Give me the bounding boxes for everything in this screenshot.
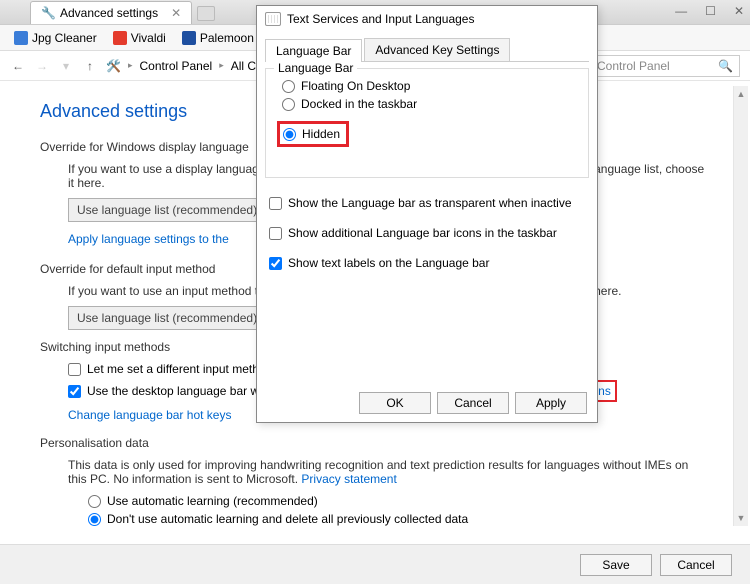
transparent-checkbox[interactable] — [269, 197, 282, 210]
new-tab-button[interactable] — [197, 6, 215, 21]
text-labels-checkbox[interactable] — [269, 257, 282, 270]
hidden-radio[interactable] — [283, 128, 296, 141]
window-minimize-icon[interactable]: — — [675, 4, 687, 18]
window-close-icon[interactable]: ✕ — [734, 4, 744, 18]
tab-language-bar[interactable]: Language Bar — [265, 39, 362, 62]
desktop-language-bar-checkbox[interactable] — [68, 385, 81, 398]
section-personalisation: Personalisation data — [40, 436, 710, 450]
additional-icons-checkbox[interactable] — [269, 227, 282, 240]
save-button[interactable]: Save — [580, 554, 652, 576]
window-maximize-icon[interactable]: ☐ — [705, 4, 716, 18]
recent-button[interactable]: ▾ — [58, 58, 74, 74]
search-icon[interactable]: 🔍 — [718, 59, 733, 73]
control-panel-icon: 🛠️ — [106, 59, 121, 73]
browser-tab[interactable]: 🔧 Advanced settings ✕ — [30, 1, 192, 24]
dialog-apply-button[interactable]: Apply — [515, 392, 587, 414]
dialog-cancel-button[interactable]: Cancel — [437, 392, 509, 414]
bookmark-vivaldi[interactable]: Vivaldi — [107, 29, 172, 47]
bookmark-jpgcleaner[interactable]: Jpg Cleaner — [8, 29, 103, 47]
no-auto-learning-radio[interactable] — [88, 513, 101, 526]
keyboard-icon — [265, 12, 281, 26]
change-hotkeys-link[interactable]: Change language bar hot keys — [68, 408, 231, 422]
bookmark-icon — [14, 31, 28, 45]
privacy-link[interactable]: Privacy statement — [301, 472, 396, 486]
tab-title: Advanced settings — [60, 6, 158, 20]
text-services-dialog: Text Services and Input Languages Langua… — [256, 5, 598, 423]
floating-radio[interactable] — [282, 80, 295, 93]
back-button[interactable]: ← — [10, 58, 26, 74]
auto-learning-radio[interactable] — [88, 495, 101, 508]
docked-radio[interactable] — [282, 98, 295, 111]
forward-button: → — [34, 58, 50, 74]
dialog-ok-button[interactable]: OK — [359, 392, 431, 414]
tab-advanced-key[interactable]: Advanced Key Settings — [364, 38, 510, 61]
search-input[interactable]: Control Panel 🔍 — [590, 55, 740, 77]
up-button[interactable]: ↑ — [82, 58, 98, 74]
wrench-icon: 🔧 — [41, 6, 55, 20]
bookmark-palemoon[interactable]: Palemoon — [176, 29, 260, 47]
hidden-radio-highlight: Hidden — [277, 121, 349, 147]
bookmark-icon — [113, 31, 127, 45]
different-input-checkbox[interactable] — [68, 363, 81, 376]
dialog-titlebar[interactable]: Text Services and Input Languages — [257, 6, 597, 32]
apply-language-link[interactable]: Apply language settings to the — [68, 232, 229, 246]
bookmark-icon — [182, 31, 196, 45]
cancel-button[interactable]: Cancel — [660, 554, 732, 576]
tab-close-icon[interactable]: ✕ — [171, 6, 181, 20]
